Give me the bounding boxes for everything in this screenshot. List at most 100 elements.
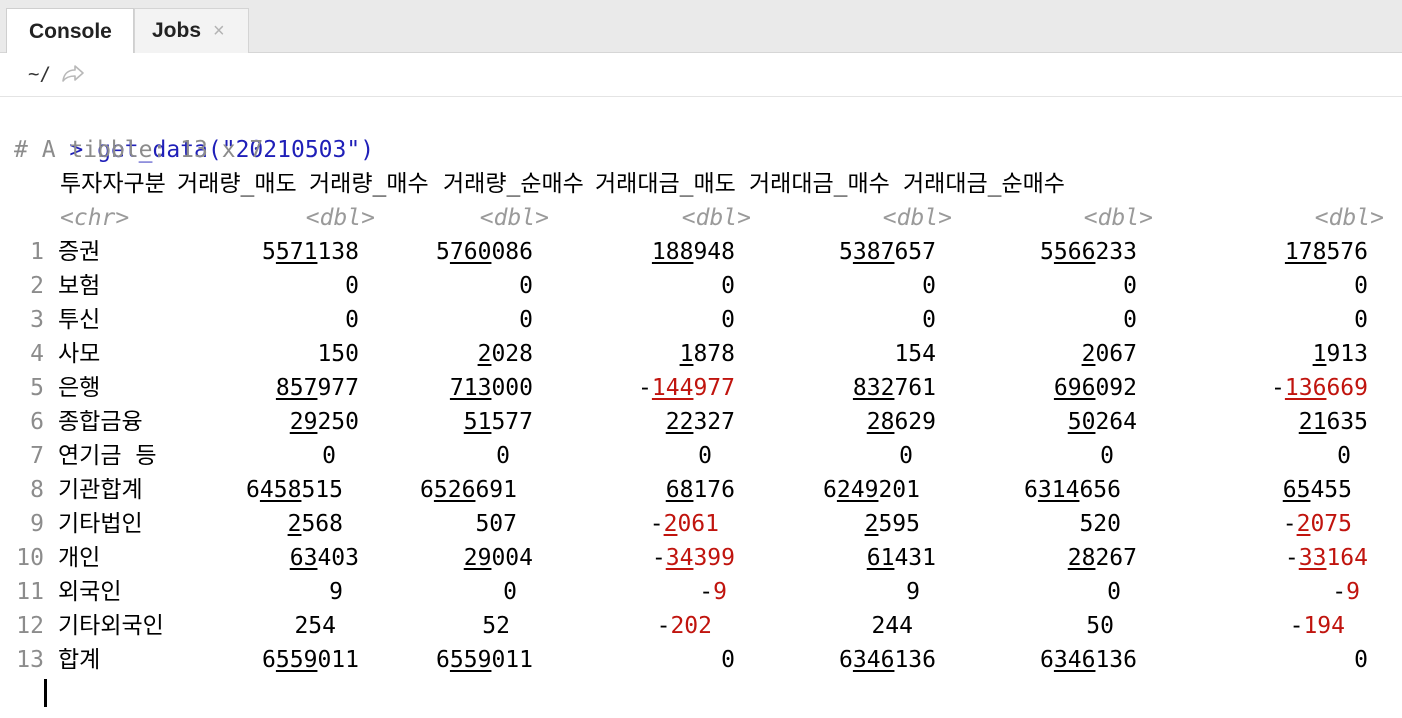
table-cell: 29250 <box>289 409 359 435</box>
row-label: 보험 <box>58 273 101 299</box>
column-header: 거래량_순매수 <box>443 171 584 197</box>
table-cell: 28629 <box>866 409 936 435</box>
table-cell: 0 <box>1337 443 1351 469</box>
row-label: 기타외국인 <box>58 613 164 639</box>
table-cell: 2595 <box>864 511 920 537</box>
table-cell: 6346136 <box>839 647 936 673</box>
column-type: <chr> <box>60 205 130 231</box>
table-cell: 0 <box>922 307 936 333</box>
table-cell: 0 <box>496 443 510 469</box>
table-cell: 61431 <box>866 545 936 571</box>
row-number: 1 <box>30 239 44 265</box>
column-type: <dbl> <box>681 205 751 231</box>
table-cell: 0 <box>1123 273 1137 299</box>
table-cell: -9 <box>699 579 727 605</box>
table-cell: 0 <box>1354 307 1368 333</box>
table-cell: 52 <box>482 613 510 639</box>
row-label: 증권 <box>58 239 101 265</box>
table-cell: -136669 <box>1271 375 1368 401</box>
table-cell: 5571138 <box>262 239 359 265</box>
table-cell: -2061 <box>649 511 719 537</box>
table-cell: 0 <box>1354 273 1368 299</box>
table-cell: 63403 <box>289 545 359 571</box>
table-cell: 188948 <box>651 239 735 265</box>
table-cell: 0 <box>503 579 517 605</box>
table-cell: -144977 <box>638 375 735 401</box>
table-cell: 1878 <box>679 341 735 367</box>
table-cell: 0 <box>698 443 712 469</box>
table-cell: 9 <box>906 579 920 605</box>
tab-console[interactable]: Console <box>6 8 134 54</box>
column-type: <dbl> <box>1314 205 1384 231</box>
table-cell: 6249201 <box>823 477 920 503</box>
table-cell: 29004 <box>463 545 533 571</box>
tab-jobs[interactable]: Jobs × <box>134 8 249 53</box>
row-number: 12 <box>16 613 44 639</box>
table-cell: 0 <box>345 273 359 299</box>
table-cell: -9 <box>1332 579 1360 605</box>
column-header: 거래량_매수 <box>309 171 429 197</box>
table-cell: -33164 <box>1284 545 1368 571</box>
close-icon[interactable]: × <box>213 20 225 43</box>
table-cell: 68176 <box>665 477 735 503</box>
table-cell: 696092 <box>1053 375 1137 401</box>
table-cell: 2067 <box>1081 341 1137 367</box>
table-cell: 5760086 <box>436 239 533 265</box>
row-label: 외국인 <box>58 579 122 605</box>
row-number: 5 <box>30 375 44 401</box>
table-cell: 0 <box>519 273 533 299</box>
table-cell: 0 <box>519 307 533 333</box>
table-cell: 9 <box>329 579 343 605</box>
text-cursor <box>44 679 47 707</box>
table-cell: 254 <box>294 613 336 639</box>
table-cell: 0 <box>721 307 735 333</box>
table-cell: 6559011 <box>262 647 359 673</box>
table-cell: 28267 <box>1067 545 1137 571</box>
table-cell: 6559011 <box>436 647 533 673</box>
row-label: 합계 <box>58 647 101 673</box>
row-label: 기관합계 <box>58 477 143 503</box>
row-number: 10 <box>16 545 44 571</box>
row-number: 6 <box>30 409 44 435</box>
row-number: 13 <box>16 647 44 673</box>
table-cell: 244 <box>871 613 913 639</box>
row-label: 기타법인 <box>58 511 143 537</box>
tab-jobs-label: Jobs <box>152 19 202 42</box>
table-cell: 2568 <box>287 511 343 537</box>
tab-console-label: Console <box>29 19 112 43</box>
table-cell: 507 <box>475 511 517 537</box>
table-cell: 0 <box>322 443 336 469</box>
column-type: <dbl> <box>1083 205 1153 231</box>
console-output[interactable]: > get_data("20210503") # A tibble: 13 x … <box>0 97 1402 718</box>
column-header: 투자자구분 <box>60 171 166 197</box>
table-cell: -194 <box>1289 613 1345 639</box>
table-cell: 6314656 <box>1024 477 1121 503</box>
column-header: 거래대금_매도 <box>595 171 736 197</box>
table-cell: 713000 <box>449 375 533 401</box>
panel-tab-bar: Console Jobs × <box>0 0 1402 54</box>
row-number: 7 <box>30 443 44 469</box>
table-cell: 0 <box>922 273 936 299</box>
table-cell: 0 <box>721 273 735 299</box>
table-cell: 150 <box>317 341 359 367</box>
row-number: 2 <box>30 273 44 299</box>
row-label: 개인 <box>58 545 101 571</box>
table-cell: 6458515 <box>246 477 343 503</box>
go-to-directory-icon[interactable] <box>60 63 86 85</box>
table-cell: 2028 <box>477 341 533 367</box>
tibble-comment: # A tibble: 13 x 7 <box>14 137 264 163</box>
input-prompt-line[interactable]: > <box>14 675 83 718</box>
table-cell: 520 <box>1079 511 1121 537</box>
column-header: 거래대금_매수 <box>749 171 890 197</box>
row-number: 4 <box>30 341 44 367</box>
table-cell: 50 <box>1086 613 1114 639</box>
console-toolbar: ~/ <box>0 53 1402 97</box>
table-cell: 0 <box>899 443 913 469</box>
table-cell: 5566233 <box>1040 239 1137 265</box>
row-number: 3 <box>30 307 44 333</box>
table-cell: 0 <box>1354 647 1368 673</box>
column-header: 거래량_매도 <box>177 171 297 197</box>
table-cell: 154 <box>894 341 936 367</box>
table-cell: 51577 <box>463 409 533 435</box>
table-cell: 65455 <box>1282 477 1352 503</box>
